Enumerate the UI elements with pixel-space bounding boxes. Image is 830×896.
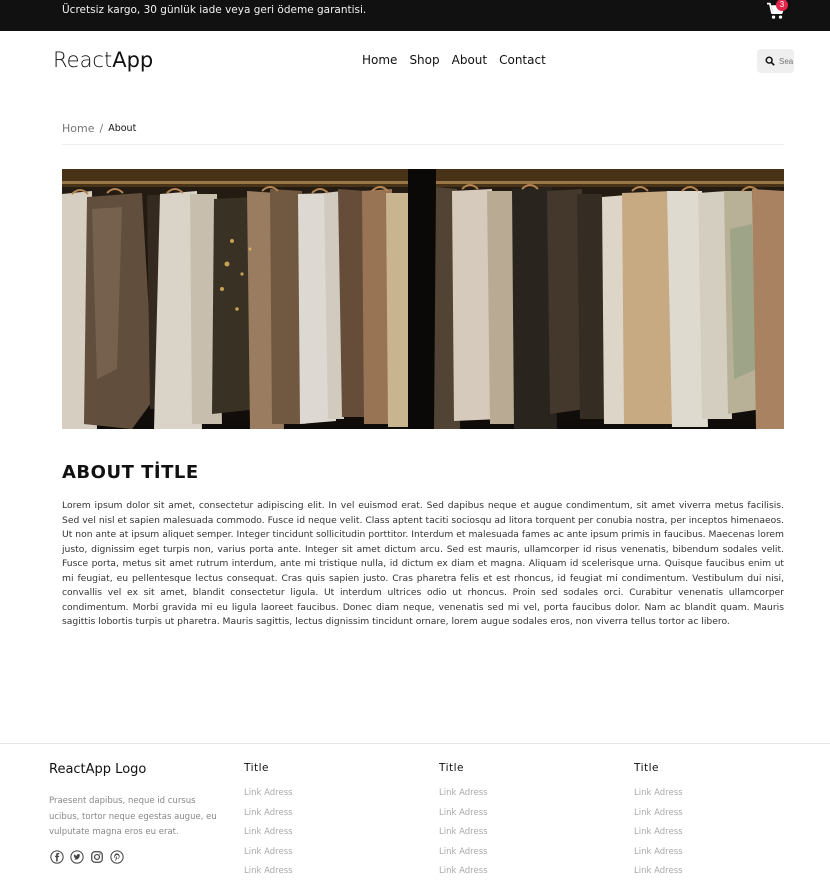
twitter-icon[interactable]: [70, 850, 84, 864]
breadcrumb-current: About: [108, 123, 137, 134]
announcement-bar: Ücretsiz kargo, 30 günlük iade veya geri…: [0, 0, 830, 31]
footer-link[interactable]: Link Adress: [439, 827, 488, 847]
footer-link[interactable]: Link Adress: [244, 808, 293, 828]
pinterest-icon[interactable]: [110, 850, 124, 864]
breadcrumb-separator: /: [99, 122, 104, 135]
facebook-icon[interactable]: [50, 850, 64, 864]
footer-link[interactable]: Link Adress: [439, 866, 488, 886]
footer-link[interactable]: Link Adress: [634, 847, 683, 867]
about-body: Lorem ipsum dolor sit amet, consectetur …: [62, 500, 784, 627]
footer-link[interactable]: Link Adress: [244, 866, 293, 886]
social-links: [50, 850, 124, 864]
footer-link[interactable]: Link Adress: [634, 866, 683, 886]
footer-column-title: Title: [244, 762, 270, 774]
search-input[interactable]: [779, 56, 793, 66]
footer-link[interactable]: Link Adress: [439, 808, 488, 828]
footer-column-title: Title: [439, 762, 465, 774]
footer-link[interactable]: Link Adress: [634, 827, 683, 847]
nav-shop[interactable]: Shop: [409, 53, 439, 67]
search-icon: [765, 56, 775, 66]
footer-divider: [0, 743, 830, 744]
footer-link[interactable]: Link Adress: [244, 788, 293, 808]
instagram-icon[interactable]: [90, 850, 104, 864]
footer-column-2: Title Link Adress Link Adress Link Adres…: [439, 762, 488, 886]
nav-contact[interactable]: Contact: [499, 53, 546, 67]
logo-light-text: React: [53, 48, 113, 72]
breadcrumb-home[interactable]: Home: [62, 122, 94, 135]
nav-about[interactable]: About: [452, 53, 487, 67]
footer-link[interactable]: Link Adress: [244, 847, 293, 867]
footer-column-3: Title Link Adress Link Adress Link Adres…: [634, 762, 683, 886]
cart-button[interactable]: 3: [766, 0, 788, 22]
announcement-text: Ücretsiz kargo, 30 günlük iade veya geri…: [62, 4, 367, 16]
breadcrumb: Home / About: [62, 122, 136, 135]
footer-column-1: Title Link Adress Link Adress Link Adres…: [244, 762, 293, 886]
footer-link[interactable]: Link Adress: [439, 847, 488, 867]
footer-description: Praesent dapibus, neque id cursus ucibus…: [49, 796, 217, 837]
footer-link[interactable]: Link Adress: [439, 788, 488, 808]
footer-link[interactable]: Link Adress: [634, 788, 683, 808]
breadcrumb-divider: [62, 144, 784, 145]
footer-column-title: Title: [634, 762, 660, 774]
site-logo[interactable]: ReactApp: [53, 48, 153, 72]
footer-link[interactable]: Link Adress: [634, 808, 683, 828]
footer-logo[interactable]: ReactApp Logo: [49, 762, 146, 777]
main-nav: Home Shop About Contact: [362, 53, 558, 67]
logo-bold-text: App: [112, 48, 154, 72]
footer-link[interactable]: Link Adress: [244, 827, 293, 847]
cart-count-badge: 3: [776, 0, 788, 11]
nav-home[interactable]: Home: [362, 53, 397, 67]
search-box[interactable]: [757, 49, 794, 73]
about-title: ABOUT TİTLE: [62, 462, 199, 483]
hero-image: [62, 169, 784, 429]
